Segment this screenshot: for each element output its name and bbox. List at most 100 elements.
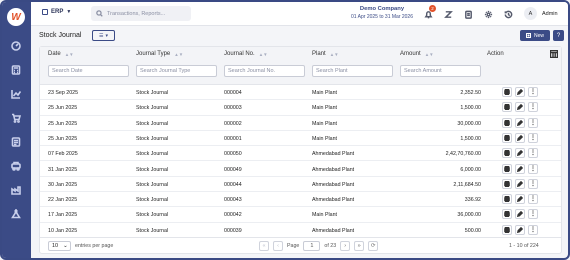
reports-chart-icon[interactable]	[10, 88, 22, 100]
print-icon[interactable]	[502, 163, 512, 174]
inventory-icon[interactable]	[10, 160, 22, 172]
lab-flask-icon[interactable]	[10, 208, 22, 220]
global-search[interactable]	[91, 6, 191, 21]
new-button[interactable]: New	[520, 30, 550, 41]
cell-date: 25 Jun 2025	[48, 120, 78, 127]
journal-type-filter-input[interactable]	[136, 65, 217, 77]
edit-icon[interactable]	[515, 117, 525, 128]
edit-icon[interactable]	[515, 148, 525, 159]
cell-plant: Ahmedabad Plant	[312, 181, 355, 188]
header-label: Plant	[312, 51, 326, 57]
print-icon[interactable]	[502, 209, 512, 220]
table-row[interactable]: 25 Jun 2025 Stock Journal 000003 Main Plant…	[40, 100, 561, 116]
notifications-bell-icon[interactable]: 2	[423, 5, 436, 19]
cell-date: 07 Feb 2025	[48, 151, 78, 158]
table-row[interactable]: 10 Jan 2025 Stock Journal 000039 Ahmedabad …	[40, 223, 561, 238]
print-icon[interactable]	[502, 224, 512, 235]
more-options-icon[interactable]: ⋮	[528, 224, 538, 235]
table-row[interactable]: 22 Jan 2025 Stock Journal 000043 Ahmedabad …	[40, 192, 561, 208]
column-date[interactable]: Date ▲▼	[48, 51, 74, 57]
more-options-icon[interactable]: ⋮	[528, 102, 538, 113]
module-icon	[42, 9, 48, 15]
cell-journal-type: Stock Journal	[136, 181, 169, 188]
history-icon[interactable]	[503, 9, 513, 19]
ledger-icon[interactable]	[10, 136, 22, 148]
more-options-icon[interactable]: ⋮	[528, 117, 538, 128]
current-page-input[interactable]: 1	[303, 241, 321, 251]
edit-icon[interactable]	[515, 132, 525, 143]
page-size-label: entries per page	[75, 243, 114, 249]
top-bar: ERP ▼ Demo Company 01 Apr 2025 to 31 Mar…	[31, 2, 568, 26]
column-plant[interactable]: Plant ▲▼	[312, 51, 339, 57]
app-logo[interactable]: W	[7, 8, 25, 26]
clipboard-icon[interactable]	[463, 9, 473, 19]
table-row[interactable]: 23 Sep 2025 Stock Journal 000004 Main Plant…	[40, 85, 561, 101]
row-actions: ⋮	[502, 102, 538, 113]
edit-icon[interactable]	[515, 224, 525, 235]
table-row[interactable]: 07 Feb 2025 Stock Journal 000050 Ahmedabad …	[40, 146, 561, 162]
more-options-icon[interactable]: ⋮	[528, 148, 538, 159]
more-options-icon[interactable]: ⋮	[528, 194, 538, 205]
next-page-icon[interactable]: ›	[340, 241, 351, 251]
zap-icon[interactable]	[443, 9, 453, 19]
more-options-icon[interactable]: ⋮	[528, 209, 538, 220]
print-icon[interactable]	[502, 102, 512, 113]
date-filter-input[interactable]	[48, 65, 129, 77]
table-row[interactable]: 31 Jan 2025 Stock Journal 000049 Ahmedabad …	[40, 162, 561, 177]
user-avatar[interactable]: A	[524, 7, 537, 20]
last-page-icon[interactable]: »	[354, 241, 365, 251]
column-amount[interactable]: Amount ▲▼	[400, 51, 434, 57]
help-button[interactable]: ?	[553, 30, 564, 41]
table-row[interactable]: 25 Jun 2025 Stock Journal 000002 Main Plant…	[40, 116, 561, 131]
row-actions: ⋮	[502, 132, 538, 143]
amount-filter-input[interactable]	[400, 65, 481, 77]
print-icon[interactable]	[502, 194, 512, 205]
cart-icon[interactable]	[10, 112, 22, 124]
edit-icon[interactable]	[515, 209, 525, 220]
factory-icon[interactable]	[10, 184, 22, 196]
edit-icon[interactable]	[515, 163, 525, 174]
table-row[interactable]: 25 Jun 2025 Stock Journal 000001 Main Plant…	[40, 131, 561, 147]
column-journal-no[interactable]: Journal No. ▲▼	[224, 51, 268, 57]
calculator-icon[interactable]	[10, 64, 22, 76]
sort-icon: ▲▼	[329, 51, 339, 57]
table-row[interactable]: 17 Jan 2025 Stock Journal 000042 Main Plant…	[40, 207, 561, 223]
print-icon[interactable]	[502, 178, 512, 189]
chevron-down-icon: ▼	[66, 9, 72, 15]
row-actions: ⋮	[502, 224, 538, 235]
more-options-icon[interactable]: ⋮	[528, 132, 538, 143]
page-size-select[interactable]: 10 ⌄	[48, 241, 71, 251]
module-selector[interactable]: ERP ▼	[42, 9, 71, 15]
more-options-icon[interactable]: ⋮	[528, 87, 538, 97]
dashboard-icon[interactable]	[10, 40, 22, 52]
column-settings-icon[interactable]	[549, 49, 559, 59]
row-actions: ⋮	[502, 194, 538, 205]
chevron-down-icon: ⌄	[63, 243, 68, 249]
table-row[interactable]: 30 Jan 2025 Stock Journal 000044 Ahmedabad …	[40, 177, 561, 193]
settings-gear-icon[interactable]	[483, 9, 493, 19]
print-icon[interactable]	[502, 132, 512, 143]
print-icon[interactable]	[502, 117, 512, 128]
cell-journal-type: Stock Journal	[136, 105, 169, 112]
more-options-icon[interactable]: ⋮	[528, 163, 538, 174]
plant-filter-input[interactable]	[312, 65, 393, 77]
more-options-icon[interactable]: ⋮	[528, 178, 538, 189]
edit-icon[interactable]	[515, 102, 525, 113]
cell-date: 25 Jun 2025	[48, 135, 78, 142]
print-icon[interactable]	[502, 87, 512, 97]
cell-date: 23 Sep 2025	[48, 90, 79, 96]
refresh-icon[interactable]: ⟳	[368, 241, 379, 251]
edit-icon[interactable]	[515, 178, 525, 189]
edit-icon[interactable]	[515, 194, 525, 205]
company-info[interactable]: Demo Company 01 Apr 2025 to 31 Mar 2026	[341, 6, 423, 20]
print-icon[interactable]	[502, 148, 512, 159]
column-journal-type[interactable]: Journal Type ▲▼	[136, 51, 183, 57]
cell-amount: 6,000.00	[460, 166, 481, 173]
edit-icon[interactable]	[515, 87, 525, 97]
search-input[interactable]	[107, 10, 187, 17]
view-selector[interactable]: ☰ ▾	[92, 30, 115, 41]
user-name[interactable]: Admin	[542, 11, 558, 17]
prev-page-icon[interactable]: ‹	[273, 241, 283, 251]
journal-no-filter-input[interactable]	[224, 65, 305, 77]
first-page-icon[interactable]: «	[259, 241, 269, 251]
